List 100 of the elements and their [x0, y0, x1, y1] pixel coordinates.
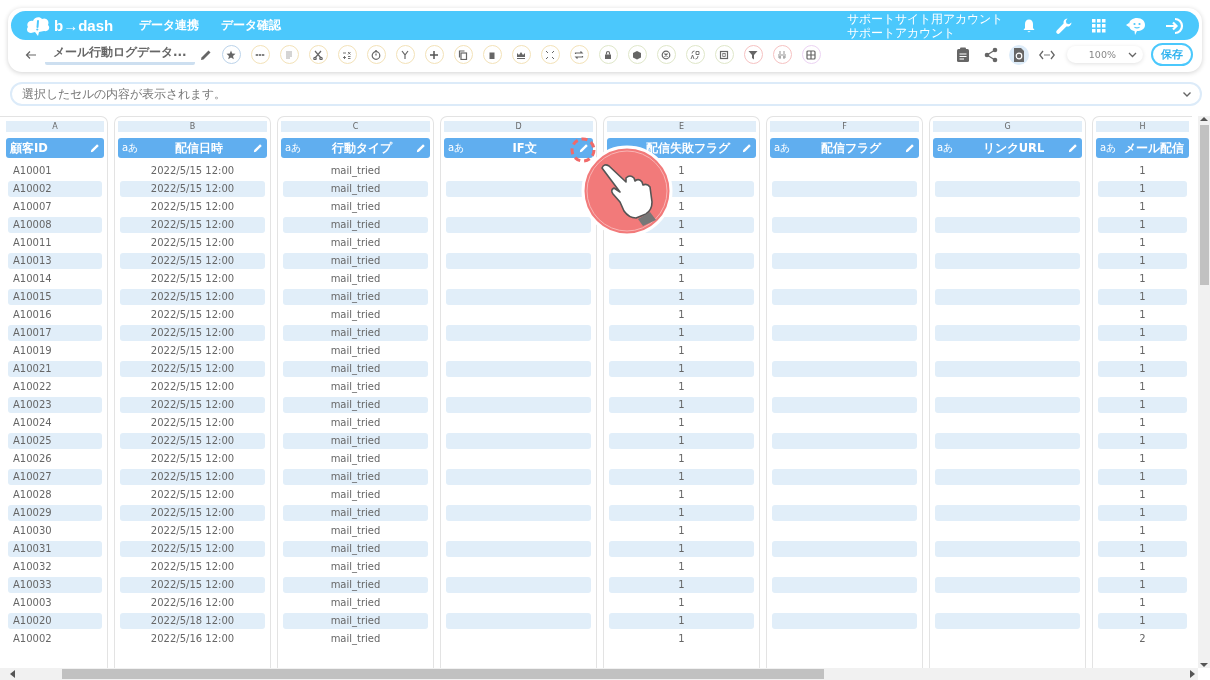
- column-header[interactable]: aあ IF文: [444, 138, 593, 158]
- table-cell: mail_tried: [283, 253, 428, 269]
- table-cell-text: 1: [677, 488, 686, 502]
- pencil-icon[interactable]: [90, 143, 100, 153]
- table-icon[interactable]: [801, 45, 821, 64]
- table-cell-text: 1: [677, 524, 686, 538]
- cell-content-input[interactable]: 選択したセルの内容が表示されます。: [20, 86, 1182, 102]
- share-icon[interactable]: [982, 46, 999, 63]
- table-cell: A10020: [8, 613, 102, 629]
- nav-link[interactable]: データ連携: [139, 17, 200, 34]
- column-letter[interactable]: C: [281, 121, 430, 132]
- table-cell: 1: [609, 505, 754, 521]
- table-cell: 2022/5/15 12:00: [120, 325, 265, 341]
- table-cell-text: 2022/5/15 12:00: [149, 416, 236, 430]
- column-header[interactable]: aあ 配信日時: [118, 138, 267, 158]
- column-letter[interactable]: A: [6, 121, 104, 132]
- table-cell: A10029: [8, 505, 102, 521]
- table-cell-text: mail_tried: [329, 452, 382, 467]
- plus-icon[interactable]: [424, 45, 444, 64]
- math-symbols-icon[interactable]: [337, 45, 357, 64]
- scroll-left-icon[interactable]: [10, 670, 16, 678]
- frame-icon[interactable]: [714, 45, 734, 64]
- repeat-icon[interactable]: [569, 45, 589, 64]
- table-cell: 1: [1098, 181, 1187, 197]
- cell-content-field[interactable]: 選択したセルの内容が表示されます。: [10, 82, 1202, 106]
- table-cell-text: mail_tried: [329, 488, 382, 503]
- expand-chevron-icon[interactable]: [1182, 90, 1192, 98]
- table-cell-text: 2022/5/15 12:00: [149, 308, 236, 322]
- table-cell: mail_tried: [283, 541, 428, 557]
- table-cell-text: 1: [1138, 164, 1147, 178]
- table-cell-text: A10002: [12, 632, 53, 646]
- table-cell-text: 1: [1138, 308, 1147, 322]
- table-cell-text: A10001: [12, 164, 53, 178]
- pencil-icon[interactable]: [416, 143, 426, 153]
- table-cell: 1: [1098, 469, 1187, 485]
- table-cell: 1: [1098, 541, 1187, 557]
- column-header[interactable]: 顧客ID: [6, 138, 104, 158]
- close-icon[interactable]: [656, 45, 676, 64]
- table-cell-text: A10019: [12, 344, 53, 358]
- zoom-select[interactable]: 100%: [1066, 46, 1143, 63]
- scroll-right-icon[interactable]: [1189, 670, 1195, 678]
- table-cell-text: 1: [1138, 200, 1147, 214]
- scissors-icon[interactable]: [308, 45, 328, 64]
- back-arrow-icon[interactable]: [25, 49, 37, 60]
- scroll-thumb[interactable]: [62, 669, 824, 679]
- nav-link[interactable]: データ確認: [221, 17, 282, 34]
- table-cell-text: A10016: [12, 308, 53, 322]
- column-header[interactable]: aあ 配信フラグ: [770, 138, 919, 158]
- table-cell: mail_tried: [283, 181, 428, 197]
- table-cell: mail_tried: [283, 433, 428, 449]
- stopwatch-icon[interactable]: [366, 45, 386, 64]
- trash-icon[interactable]: [482, 45, 502, 64]
- table-cell: 1: [609, 433, 754, 449]
- table-cell: 1: [609, 325, 754, 341]
- pencil-icon[interactable]: [199, 48, 212, 61]
- cube-icon[interactable]: [627, 45, 647, 64]
- table-cell: 1: [1098, 325, 1187, 341]
- title-field[interactable]: メール行動ログデータ...: [45, 44, 195, 65]
- table-cell-text: A10007: [12, 200, 53, 214]
- column-header[interactable]: aあ リンクURL: [933, 138, 1082, 158]
- pencil-icon[interactable]: [579, 143, 589, 153]
- scroll-down-icon[interactable]: [1200, 662, 1208, 668]
- type-label: aあ: [285, 141, 303, 155]
- pencil-icon[interactable]: [905, 143, 915, 153]
- table-cell: mail_tried: [283, 505, 428, 521]
- copy-icon[interactable]: [453, 45, 473, 64]
- pencil-icon[interactable]: [742, 143, 752, 153]
- table-cell-text: 2022/5/15 12:00: [149, 524, 236, 538]
- column-letter[interactable]: D: [444, 121, 593, 132]
- table-cell-text: 2022/5/15 12:00: [149, 452, 236, 466]
- table-cell: A10025: [8, 433, 102, 449]
- column-letter[interactable]: F: [770, 121, 919, 132]
- table-cell: A10027: [8, 469, 102, 485]
- table-cell-text: 1: [1138, 416, 1147, 430]
- table-cell-text: 1: [1138, 524, 1147, 538]
- pencil-icon[interactable]: [1068, 143, 1078, 153]
- crown-icon[interactable]: [511, 45, 531, 64]
- table-cell: mail_tried: [283, 217, 428, 233]
- pencil-icon[interactable]: [253, 143, 263, 153]
- lock-icon[interactable]: [598, 45, 618, 64]
- table-cell-text: 1: [1138, 236, 1147, 250]
- column-letter[interactable]: E: [607, 121, 756, 132]
- logo-text: b→dash: [54, 17, 114, 34]
- column-letter[interactable]: H: [1096, 121, 1189, 132]
- save-button[interactable]: 保存: [1151, 43, 1193, 66]
- table-cell-text: A10032: [12, 560, 53, 574]
- table-cell-text: 1: [1138, 344, 1147, 358]
- table-cell-text: 2022/5/15 12:00: [149, 560, 236, 574]
- column-letter[interactable]: G: [933, 121, 1082, 132]
- account-site: サポートサイト用アカウント: [847, 11, 1003, 26]
- clipboard-icon[interactable]: [954, 46, 971, 63]
- column-title: 行動タイプ: [330, 140, 394, 156]
- scroll-up-icon[interactable]: [1200, 116, 1208, 122]
- scroll-thumb[interactable]: [1199, 125, 1209, 285]
- table-cell: mail_tried: [283, 577, 428, 593]
- column-header[interactable]: aあ 行動タイプ: [281, 138, 430, 158]
- column-letter[interactable]: B: [118, 121, 267, 132]
- filter-icon[interactable]: [743, 45, 763, 64]
- more-icon[interactable]: [250, 45, 270, 64]
- column-header[interactable]: aあ メール配信: [1096, 138, 1189, 158]
